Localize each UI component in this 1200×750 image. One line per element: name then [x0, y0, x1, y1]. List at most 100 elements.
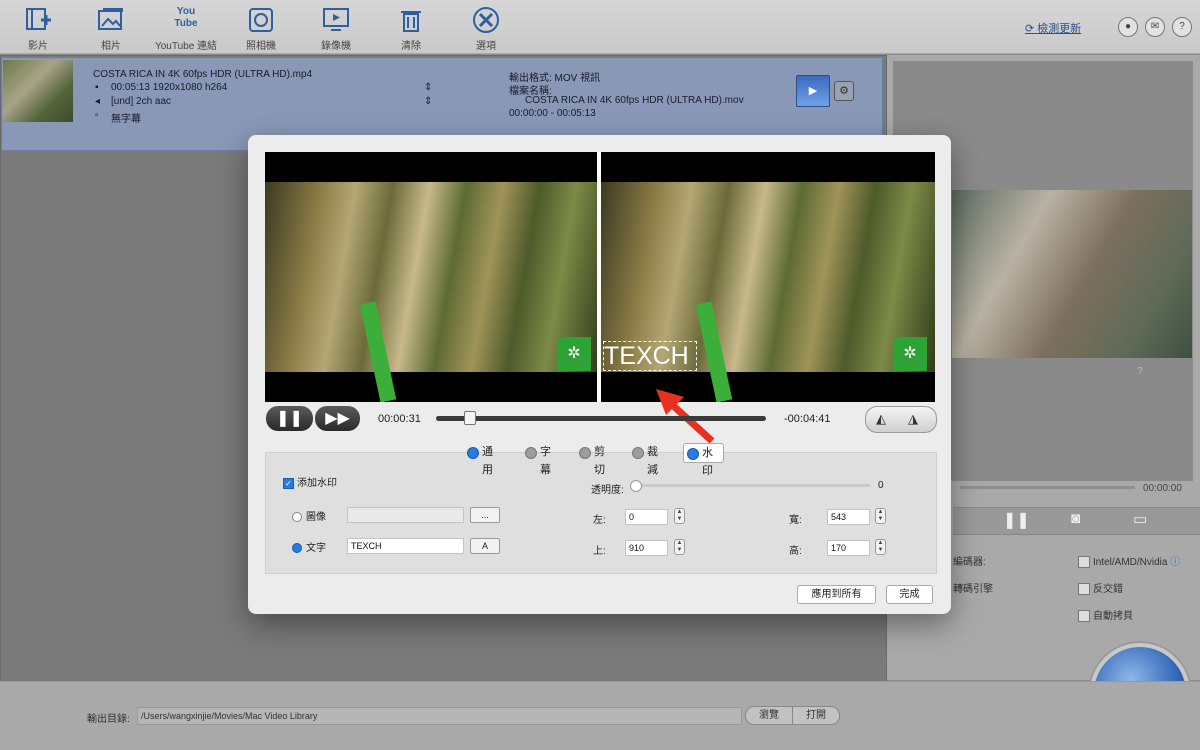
- youtube-link-button[interactable]: You Tube YouTube 連結: [151, 4, 221, 52]
- remaining-time: -00:04:41: [784, 413, 831, 425]
- left-input[interactable]: 0: [625, 509, 668, 525]
- tab-crop-radio: [632, 447, 644, 459]
- image-path-field[interactable]: [347, 507, 464, 523]
- settings-button[interactable]: ⚙: [834, 81, 854, 101]
- left-label: 左:: [593, 515, 606, 526]
- help-icon: ?: [1179, 21, 1185, 32]
- fast-forward-button[interactable]: ▶▶: [315, 406, 360, 431]
- done-button[interactable]: 完成: [886, 585, 933, 604]
- video-frame: ✲: [265, 182, 599, 402]
- open-button[interactable]: 打開: [792, 706, 840, 725]
- green-stem: [359, 301, 397, 402]
- add-watermark-checkbox[interactable]: ✓ 添加水印: [283, 474, 337, 489]
- email-button[interactable]: ✉: [1145, 17, 1165, 37]
- top-stepper[interactable]: ▲ ▼: [674, 539, 685, 555]
- preview-seek-bar[interactable]: [960, 486, 1135, 489]
- width-stepper[interactable]: ▲ ▼: [875, 508, 886, 524]
- tab-cut[interactable]: 剪切: [576, 443, 605, 476]
- subtitle-icon: ▫: [95, 110, 99, 121]
- tab-watermark[interactable]: 水印: [683, 443, 724, 477]
- trash-icon: [401, 11, 421, 32]
- add-video-icon: [26, 8, 51, 30]
- video-thumbnail[interactable]: [3, 60, 73, 122]
- preview-pause-icon[interactable]: ❚❚: [1003, 510, 1030, 530]
- encoder-label: 編碼器:: [953, 557, 986, 568]
- tab-label: 通用: [482, 446, 493, 476]
- check-update-link[interactable]: ⟳ 檢測更新: [1025, 20, 1081, 36]
- tab-label: 字幕: [540, 446, 551, 476]
- output-dir-field[interactable]: /Users/wangxinjie/Movies/Mac Video Libra…: [137, 707, 742, 725]
- output-format-button[interactable]: ▶: [796, 75, 830, 107]
- rotate-flip-group: ◭ ◮: [865, 406, 937, 433]
- options-button[interactable]: 選項: [451, 4, 521, 52]
- watermark-text-field[interactable]: TEXCH: [347, 538, 464, 554]
- time-range: 00:00:00 - 00:05:13: [509, 108, 596, 119]
- watermark-preview[interactable]: TEXCH: [603, 341, 697, 371]
- pause-button[interactable]: ❚❚: [266, 406, 313, 431]
- output-dir-label: 輸出目錄:: [87, 714, 130, 725]
- radio-icon: [292, 512, 302, 523]
- add-photo-button[interactable]: 相片: [76, 4, 146, 52]
- left-stepper[interactable]: ▲ ▼: [674, 508, 685, 524]
- tab-subtitle[interactable]: 字幕: [522, 443, 551, 476]
- add-video-button[interactable]: 影片: [3, 4, 73, 52]
- snapshot-icon[interactable]: ◙: [1071, 510, 1080, 527]
- camera-button[interactable]: 照相機: [226, 4, 296, 52]
- width-input[interactable]: 543: [827, 509, 870, 525]
- tab-crop[interactable]: 裁減: [629, 443, 658, 476]
- image-radio[interactable]: 圖像: [292, 508, 326, 523]
- rotate-icon[interactable]: ◭: [876, 411, 886, 427]
- add-watermark-label: 添加水印: [297, 478, 337, 489]
- info-icon: ⓘ: [1170, 557, 1181, 568]
- gear-icon: ⚙: [839, 85, 849, 97]
- clapperboard-icon: ▶: [808, 85, 818, 97]
- screen-recorder-button[interactable]: 錄像機: [301, 4, 371, 52]
- file-name: COSTA RICA IN 4K 60fps HDR (ULTRA HD).mp…: [93, 69, 313, 80]
- height-input[interactable]: 170: [827, 540, 870, 556]
- tab-subtitle-radio: [525, 447, 537, 459]
- clear-button[interactable]: 清除: [376, 4, 446, 52]
- flip-icon[interactable]: ◮: [908, 411, 918, 427]
- channel-logo: ✲: [893, 337, 927, 371]
- check-icon: ✓: [283, 477, 294, 489]
- toolbar-item-label: 影片: [28, 41, 48, 52]
- opacity-slider-knob[interactable]: [630, 480, 642, 492]
- fast-forward-icon: ▶▶: [325, 410, 350, 427]
- audio-track-select[interactable]: [und] 2ch aac: [111, 96, 171, 107]
- text-radio[interactable]: 文字: [292, 539, 326, 554]
- seek-knob[interactable]: [464, 411, 476, 425]
- top-label: 上:: [593, 546, 606, 557]
- check-update-label: 檢測更新: [1037, 23, 1082, 35]
- tab-label: 裁減: [647, 446, 658, 476]
- tab-label: 剪切: [594, 446, 605, 476]
- channel-logo: ✲: [557, 337, 591, 371]
- help-button[interactable]: ?: [1172, 17, 1192, 37]
- font-button[interactable]: A: [470, 538, 500, 554]
- deinterlace-checkbox[interactable]: 反交錯: [1078, 580, 1123, 596]
- subtitle-select[interactable]: 無字幕: [111, 110, 141, 125]
- tab-label: 水印: [702, 447, 713, 477]
- hw-accel-checkbox[interactable]: Intel/AMD/Nvidia ⓘ: [1078, 553, 1181, 569]
- top-input[interactable]: 910: [625, 540, 668, 556]
- opacity-slider[interactable]: [630, 484, 870, 487]
- screen-recorder-icon: [323, 8, 349, 31]
- output-filename[interactable]: COSTA RICA IN 4K 60fps HDR (ULTRA HD).mo…: [525, 95, 744, 106]
- checkbox-icon: [1078, 583, 1090, 596]
- image-browse-button[interactable]: ...: [470, 507, 500, 523]
- folder-icon[interactable]: ▭: [1133, 510, 1147, 528]
- tab-general[interactable]: 通用: [464, 443, 493, 476]
- toolbar-item-label: 照相機: [246, 41, 276, 52]
- photo-icon: [98, 8, 123, 30]
- height-stepper[interactable]: ▲ ▼: [875, 539, 886, 555]
- account-button[interactable]: ●: [1118, 17, 1138, 37]
- auto-copy-checkbox[interactable]: 自動拷貝: [1078, 607, 1133, 623]
- apply-to-all-button[interactable]: 應用到所有: [797, 585, 876, 604]
- browse-button[interactable]: 瀏覽: [745, 706, 793, 725]
- preview-image: [952, 190, 1192, 358]
- checkbox-icon: [1078, 610, 1090, 623]
- auto-copy-label: 自動拷貝: [1093, 611, 1133, 622]
- seek-bar[interactable]: [436, 416, 766, 421]
- text-label: 文字: [306, 543, 326, 554]
- camera-icon: [249, 8, 273, 32]
- audio-icon: ◂: [95, 96, 101, 107]
